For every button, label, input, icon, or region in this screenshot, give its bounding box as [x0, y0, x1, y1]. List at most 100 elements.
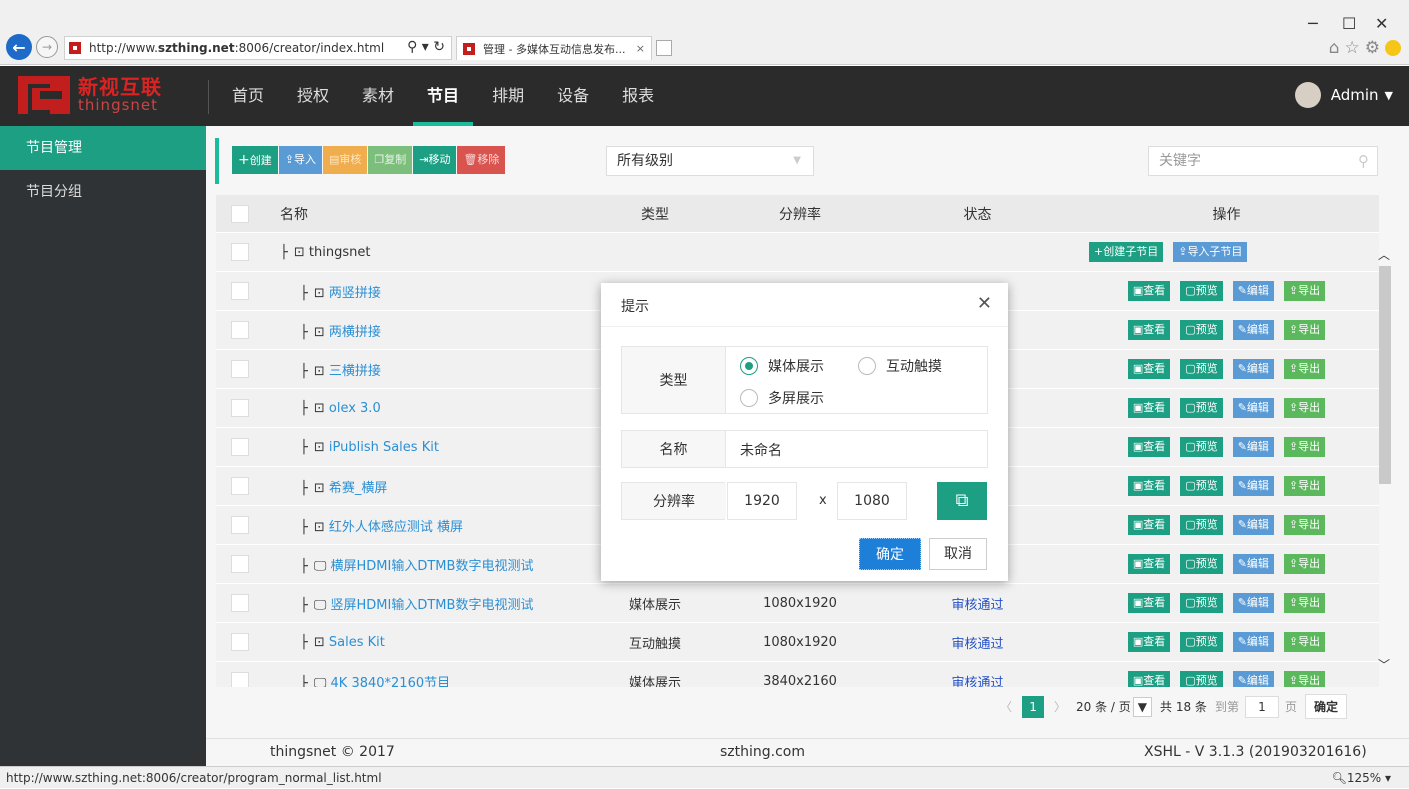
program-name-link[interactable]: 4K 3840*2160节目 — [331, 676, 451, 688]
export-button[interactable]: ⇪导出 — [1283, 632, 1326, 652]
home-icon[interactable]: ⌂ — [1329, 38, 1345, 58]
confirm-button[interactable]: 确定 — [859, 538, 921, 570]
back-button[interactable]: ← — [6, 34, 32, 60]
export-button[interactable]: ⇪导出 — [1283, 320, 1326, 340]
edit-button[interactable]: ✎编辑 — [1232, 515, 1274, 535]
nav-reports[interactable]: 报表 — [622, 66, 654, 126]
nav-schedule[interactable]: 排期 — [492, 66, 524, 126]
width-input[interactable]: 1920 — [727, 482, 797, 520]
row-checkbox[interactable] — [231, 243, 249, 261]
row-checkbox[interactable] — [231, 672, 249, 687]
row-checkbox[interactable] — [231, 477, 249, 495]
sidebar-item-program-groups[interactable]: 节目分组 — [0, 170, 206, 214]
view-button[interactable]: ▣查看 — [1127, 476, 1171, 496]
import-button[interactable]: ⇪导入 — [278, 146, 322, 174]
edit-button[interactable]: ✎编辑 — [1232, 359, 1274, 379]
view-button[interactable]: ▣查看 — [1127, 437, 1171, 457]
feedback-smiley-icon[interactable] — [1385, 40, 1401, 56]
view-button[interactable]: ▣查看 — [1127, 320, 1171, 340]
import-child-button[interactable]: ⇪导入子节目 — [1173, 242, 1248, 262]
program-name-link[interactable]: 竖屏HDMI输入DTMB数字电视测试 — [331, 598, 534, 613]
program-name-link[interactable]: 两横拼接 — [329, 325, 381, 340]
remove-button[interactable]: 🗑移除 — [457, 146, 506, 174]
program-name-link[interactable]: Sales Kit — [329, 635, 385, 650]
edit-button[interactable]: ✎编辑 — [1232, 632, 1274, 652]
radio-multiscreen[interactable]: 多屏展示 — [740, 388, 824, 408]
preview-button[interactable]: ▢预览 — [1180, 593, 1223, 613]
search-refresh-icon[interactable]: ⚲ ▾ ↻ — [407, 39, 445, 55]
close-window-icon[interactable]: ✕ — [1375, 14, 1388, 33]
view-button[interactable]: ▣查看 — [1127, 554, 1171, 574]
address-bar[interactable]: http://www. szthing.net:8006/creator/inde… — [64, 36, 452, 60]
scroll-down-icon[interactable]: ﹀ — [1378, 656, 1390, 673]
sidebar-item-program-management[interactable]: 节目管理 — [0, 126, 206, 170]
preview-button[interactable]: ▢预览 — [1180, 515, 1223, 535]
preview-button[interactable]: ▢预览 — [1180, 671, 1223, 687]
view-button[interactable]: ▣查看 — [1127, 359, 1171, 379]
close-icon[interactable]: ✕ — [977, 293, 992, 314]
zoom-level[interactable]: 🔍︎125% ▾ — [1332, 767, 1391, 789]
copy-button[interactable]: ❐复制 — [368, 146, 413, 174]
next-page-icon[interactable]: 〉 — [1054, 698, 1066, 715]
preview-button[interactable]: ▢预览 — [1180, 359, 1223, 379]
view-button[interactable]: ▣查看 — [1127, 398, 1171, 418]
export-button[interactable]: ⇪导出 — [1283, 359, 1326, 379]
edit-button[interactable]: ✎编辑 — [1232, 437, 1274, 457]
row-checkbox[interactable] — [231, 633, 249, 651]
row-checkbox[interactable] — [231, 282, 249, 300]
export-button[interactable]: ⇪导出 — [1283, 281, 1326, 301]
edit-button[interactable]: ✎编辑 — [1232, 398, 1274, 418]
edit-button[interactable]: ✎编辑 — [1232, 554, 1274, 574]
view-button[interactable]: ▣查看 — [1127, 515, 1171, 535]
radio-interactive[interactable]: 互动触摸 — [858, 356, 942, 376]
cancel-button[interactable]: 取消 — [929, 538, 987, 570]
scrollbar-thumb[interactable] — [1379, 266, 1391, 484]
row-checkbox[interactable] — [231, 399, 249, 417]
preview-button[interactable]: ▢预览 — [1180, 437, 1223, 457]
tab-close-icon[interactable]: × — [636, 42, 645, 55]
program-name-link[interactable]: 希赛_横屏 — [329, 481, 388, 496]
preview-button[interactable]: ▢预览 — [1180, 632, 1223, 652]
user-menu[interactable]: Admin ▼ — [1294, 82, 1393, 108]
preview-button[interactable]: ▢预览 — [1180, 281, 1223, 301]
export-button[interactable]: ⇪导出 — [1283, 398, 1326, 418]
program-name-link[interactable]: 横屏HDMI输入DTMB数字电视测试 — [331, 559, 534, 574]
row-checkbox[interactable] — [231, 594, 249, 612]
edit-button[interactable]: ✎编辑 — [1232, 281, 1274, 301]
create-child-button[interactable]: +创建子节目 — [1089, 242, 1164, 262]
radio-media[interactable]: 媒体展示 — [740, 356, 824, 376]
row-checkbox[interactable] — [231, 321, 249, 339]
height-input[interactable]: 1080 — [837, 482, 907, 520]
nav-home[interactable]: 首页 — [232, 66, 264, 126]
view-button[interactable]: ▣查看 — [1127, 281, 1171, 301]
view-button[interactable]: ▣查看 — [1127, 671, 1171, 687]
move-button[interactable]: ⇥移动 — [413, 146, 457, 174]
edit-button[interactable]: ✎编辑 — [1232, 476, 1274, 496]
program-name-link[interactable]: 红外人体感应测试 横屏 — [329, 520, 463, 535]
minimize-icon[interactable]: ─ — [1308, 14, 1318, 33]
resolution-preset-button[interactable]: ⧉ — [937, 482, 987, 520]
forward-button[interactable]: → — [36, 36, 58, 58]
prev-page-icon[interactable]: 〈 — [1000, 698, 1012, 715]
level-select[interactable]: 所有级别 ▼ — [606, 146, 814, 176]
nav-assets[interactable]: 素材 — [362, 66, 394, 126]
program-name-link[interactable]: 三横拼接 — [329, 364, 381, 379]
nav-devices[interactable]: 设备 — [557, 66, 589, 126]
browser-tab[interactable]: 管理 - 多媒体互动信息发布... × — [456, 36, 652, 60]
preview-button[interactable]: ▢预览 — [1180, 476, 1223, 496]
view-button[interactable]: ▣查看 — [1127, 632, 1171, 652]
export-button[interactable]: ⇪导出 — [1283, 593, 1326, 613]
row-checkbox[interactable] — [231, 360, 249, 378]
root-name[interactable]: thingsnet — [309, 245, 371, 260]
preview-button[interactable]: ▢预览 — [1180, 398, 1223, 418]
review-button[interactable]: ▤审核 — [322, 146, 368, 174]
row-checkbox[interactable] — [231, 516, 249, 534]
edit-button[interactable]: ✎编辑 — [1232, 593, 1274, 613]
new-tab-button[interactable] — [656, 40, 672, 56]
export-button[interactable]: ⇪导出 — [1283, 671, 1326, 687]
view-button[interactable]: ▣查看 — [1127, 593, 1171, 613]
preview-button[interactable]: ▢预览 — [1180, 320, 1223, 340]
row-checkbox[interactable] — [231, 438, 249, 456]
page-current[interactable]: 1 — [1022, 695, 1045, 718]
name-input[interactable]: 未命名 — [740, 440, 782, 460]
